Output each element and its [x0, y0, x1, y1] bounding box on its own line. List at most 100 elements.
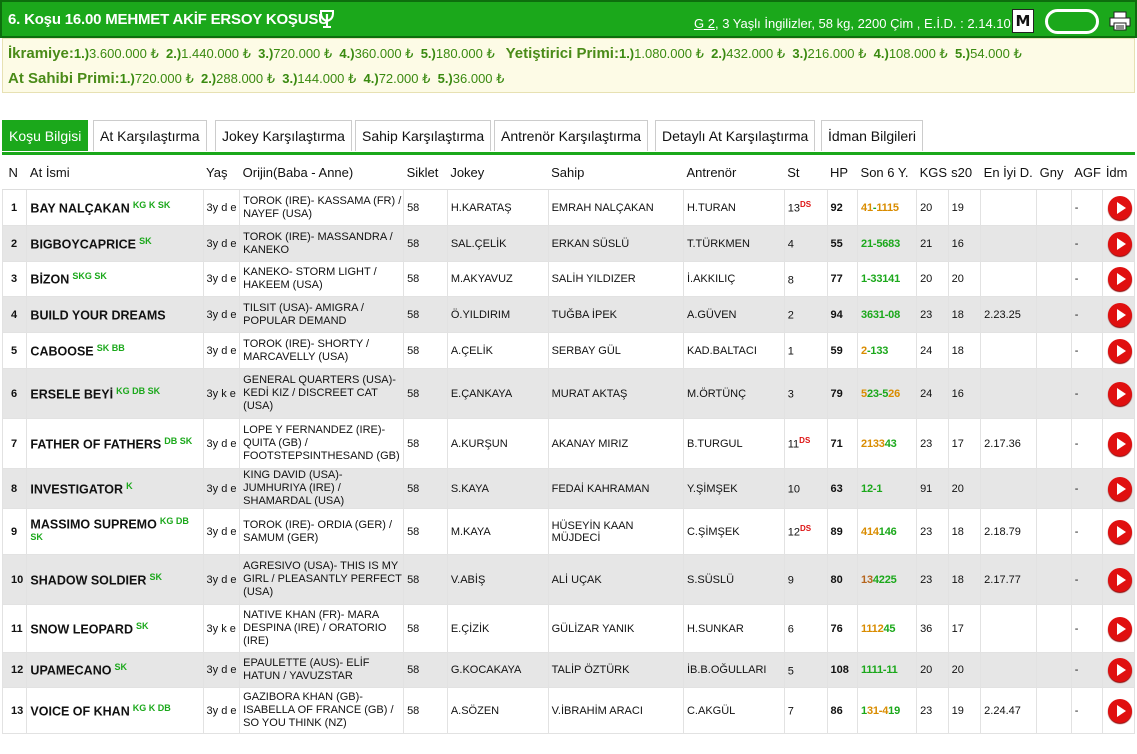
m-badge-icon[interactable]: M [1012, 9, 1034, 33]
horse-name-link[interactable]: INVESTIGATOR [30, 482, 123, 496]
jockey-link[interactable]: A.ÇELİK [446, 332, 549, 369]
horse-name-link[interactable]: BUILD YOUR DREAMS [30, 308, 165, 322]
column-header[interactable]: AGF [1071, 155, 1103, 190]
owner-link[interactable]: HÜSEYİN KAAN MÜJDECİ [547, 508, 684, 555]
horse-origin[interactable]: GENERAL QUARTERS (USA)- KEDİ KIZ / DISCR… [239, 368, 405, 419]
owner-link[interactable]: SERBAY GÜL [547, 332, 684, 369]
tab-detaylı-at-karşılaştırma[interactable]: Detaylı At Karşılaştırma [655, 120, 816, 151]
jockey-link[interactable]: A.SÖZEN [446, 687, 549, 734]
table-row[interactable]: 9 MASSIMO SUPREMO KG DB SK 3y d e TOROK (IR… [1, 508, 1135, 555]
play-workout-icon[interactable] [1108, 381, 1133, 406]
play-workout-icon[interactable] [1108, 231, 1133, 256]
owner-link[interactable]: FEDAİ KAHRAMAN [547, 468, 684, 509]
table-row[interactable]: 1 BAY NALÇAKAN KG K SK 3y d e TOROK (IRE)- … [1, 189, 1135, 226]
horse-name-link[interactable]: SNOW LEOPARD [30, 622, 133, 636]
jockey-link[interactable]: E.ÇİZİK [446, 604, 549, 653]
horse-name-link[interactable]: BİZON [30, 273, 69, 287]
play-workout-icon[interactable] [1108, 519, 1133, 544]
trainer-link[interactable]: İB.B.OĞULLARI [682, 652, 785, 688]
column-header[interactable]: En İyi D. [980, 155, 1037, 190]
horse-name-link[interactable]: UPAMECANO [30, 664, 111, 678]
owner-link[interactable]: AKANAY MIRIZ [547, 418, 684, 469]
trainer-link[interactable]: H.TURAN [682, 189, 785, 226]
jockey-link[interactable]: H.KARATAŞ [446, 189, 549, 226]
table-row[interactable]: 3 BİZON SKG SK 3y d e KANEKO- STORM LIGHT /… [1, 261, 1135, 297]
table-row[interactable]: 7 FATHER OF FATHERS DB SK 3y d e LOPE Y FER… [1, 418, 1135, 469]
horse-origin[interactable]: TOROK (IRE)- SHORTY / MARCAVELLY (USA) [239, 332, 405, 369]
horse-name-link[interactable]: MASSIMO SUPREMO [30, 518, 156, 532]
play-workout-icon[interactable] [1108, 567, 1133, 592]
trainer-link[interactable]: M.ÖRTÜNÇ [682, 368, 785, 419]
owner-link[interactable]: GÜLİZAR YANIK [547, 604, 684, 653]
column-header[interactable]: Jokey [447, 155, 549, 190]
track-shape-icon[interactable] [1045, 9, 1099, 34]
trainer-link[interactable]: T.TÜRKMEN [682, 225, 785, 262]
column-header[interactable]: N [2, 155, 27, 190]
horse-name-link[interactable]: VOICE OF KHAN [30, 704, 129, 718]
trainer-link[interactable]: C.ŞİMŞEK [682, 508, 785, 555]
horse-origin[interactable]: KANEKO- STORM LIGHT / HAKEEM (USA) [239, 261, 405, 297]
trainer-link[interactable]: Y.ŞİMŞEK [682, 468, 785, 509]
tab-koşu-bilgisi[interactable]: Koşu Bilgisi [2, 120, 89, 151]
jockey-link[interactable]: G.KOCAKAYA [446, 652, 549, 688]
column-header[interactable]: Orijin(Baba - Anne) [239, 155, 404, 190]
horse-name-link[interactable]: ERSELE BEYİ [30, 387, 113, 401]
play-workout-icon[interactable] [1108, 267, 1133, 291]
horse-origin[interactable]: AGRESIVO (USA)- THIS IS MY GIRL / PLEASA… [239, 554, 405, 605]
play-workout-icon[interactable] [1108, 616, 1133, 641]
horse-origin[interactable]: EPAULETTE (AUS)- ELİF HATUN / YAVUZSTAR [239, 652, 405, 688]
owner-link[interactable]: ALİ UÇAK [547, 554, 684, 605]
race-group-link[interactable]: G 2 [694, 16, 715, 31]
horse-name-link[interactable]: FATHER OF FATHERS [30, 437, 161, 451]
owner-link[interactable]: V.İBRAHİM ARACI [547, 687, 684, 734]
owner-link[interactable]: ERKAN SÜSLÜ [547, 225, 684, 262]
column-header[interactable]: Gny [1036, 155, 1072, 190]
owner-link[interactable]: TUĞBA İPEK [547, 296, 684, 333]
jockey-link[interactable]: SAL.ÇELİK [446, 225, 549, 262]
horse-name-link[interactable]: BIGBOYCAPRICE [30, 237, 136, 251]
play-workout-icon[interactable] [1108, 195, 1133, 220]
table-row[interactable]: 5 CABOOSE SK BB 3y d e TOROK (IRE)- SHORTY … [1, 332, 1135, 369]
horse-origin[interactable]: TILSIT (USA)- AMIGRA / POPULAR DEMAND [239, 296, 405, 333]
owner-link[interactable]: SALİH YILDIZER [547, 261, 684, 297]
jockey-link[interactable]: M.AKYAVUZ [446, 261, 549, 297]
jockey-link[interactable]: M.KAYA [446, 508, 549, 555]
trainer-link[interactable]: H.SUNKAR [682, 604, 785, 653]
horse-origin[interactable]: LOPE Y FERNANDEZ (IRE)- QUITA (GB) / FOO… [239, 418, 405, 469]
horse-name-link[interactable]: SHADOW SOLDIER [30, 573, 146, 587]
printer-icon[interactable] [1109, 11, 1131, 31]
table-row[interactable]: 11 SNOW LEOPARD SK 3y k e NATIVE KHAN (FR)-… [1, 604, 1135, 653]
column-header[interactable]: KGS [916, 155, 949, 190]
table-row[interactable]: 4 BUILD YOUR DREAMS 3y d e TILSIT (USA)- A… [1, 296, 1135, 333]
trainer-link[interactable]: C.AKGÜL [682, 687, 785, 734]
play-workout-icon[interactable] [1108, 302, 1133, 327]
owner-link[interactable]: MURAT AKTAŞ [547, 368, 684, 419]
column-header[interactable]: Siklet [403, 155, 448, 190]
tab-at-karşılaştırma[interactable]: At Karşılaştırma [93, 120, 207, 151]
table-row[interactable]: 10 SHADOW SOLDIER SK 3y d e AGRESIVO (USA)-… [1, 554, 1135, 605]
tab-jokey-karşılaştırma[interactable]: Jokey Karşılaştırma [215, 120, 352, 151]
jockey-link[interactable]: A.KURŞUN [446, 418, 549, 469]
horse-name-link[interactable]: BAY NALÇAKAN [30, 201, 129, 215]
horse-origin[interactable]: NATIVE KHAN (FR)- MARA DESPINA (IRE) / O… [239, 604, 405, 653]
horse-origin[interactable]: KING DAVID (USA)- JUMHURIYA (IRE) / SHAM… [239, 468, 405, 509]
column-header[interactable]: At İsmi [26, 155, 204, 190]
trainer-link[interactable]: B.TURGUL [682, 418, 785, 469]
column-header[interactable]: Antrenör [683, 155, 785, 190]
horse-origin[interactable]: TOROK (IRE)- ORDIA (GER) / SAMUM (GER) [239, 508, 405, 555]
tab-antrenör-karşılaştırma[interactable]: Antrenör Karşılaştırma [494, 120, 649, 151]
column-header[interactable]: İdm [1102, 155, 1135, 190]
trainer-link[interactable]: İ.AKKILIÇ [682, 261, 785, 297]
play-workout-icon[interactable] [1108, 658, 1133, 682]
jockey-link[interactable]: V.ABİŞ [446, 554, 549, 605]
tab-i-dman-bilgileri[interactable]: İdman Bilgileri [821, 120, 923, 151]
column-header[interactable]: s20 [948, 155, 981, 190]
column-header[interactable]: St [784, 155, 827, 190]
play-workout-icon[interactable] [1108, 476, 1133, 501]
owner-link[interactable]: EMRAH NALÇAKAN [547, 189, 684, 226]
jockey-link[interactable]: E.ÇANKAYA [446, 368, 549, 419]
tab-sahip-karşılaştırma[interactable]: Sahip Karşılaştırma [355, 120, 492, 151]
column-header[interactable]: Sahip [548, 155, 684, 190]
table-row[interactable]: 2 BIGBOYCAPRICE SK 3y d e TOROK (IRE)- MASS… [1, 225, 1135, 262]
play-workout-icon[interactable] [1108, 431, 1133, 456]
